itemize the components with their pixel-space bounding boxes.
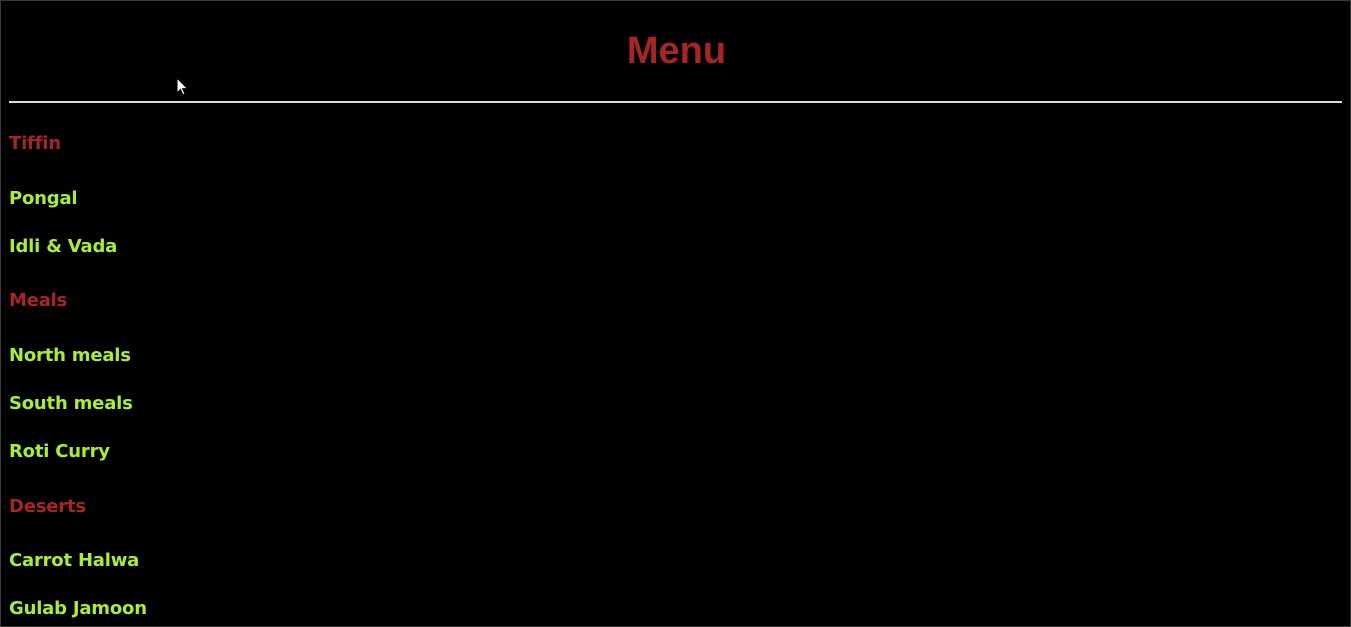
menu-item-idli-vada[interactable]: Idli & Vada xyxy=(9,235,117,259)
arrow-cursor-icon xyxy=(176,77,189,96)
menu-list: Tiffin Pongal Idli & Vada Meals North me… xyxy=(9,1,609,627)
menu-item-carrot-halwa[interactable]: Carrot Halwa xyxy=(9,549,139,573)
menu-item-north-meals[interactable]: North meals xyxy=(9,344,131,368)
menu-item-south-meals[interactable]: South meals xyxy=(9,392,133,416)
section-heading-deserts: Deserts xyxy=(9,496,86,517)
section-heading-meals: Meals xyxy=(9,290,68,311)
menu-item-roti-curry[interactable]: Roti Curry xyxy=(9,440,110,464)
menu-item-gulab-jamoon[interactable]: Gulab Jamoon xyxy=(9,597,147,621)
section-heading-tiffin: Tiffin xyxy=(9,133,61,154)
menu-item-pongal[interactable]: Pongal xyxy=(9,187,78,211)
